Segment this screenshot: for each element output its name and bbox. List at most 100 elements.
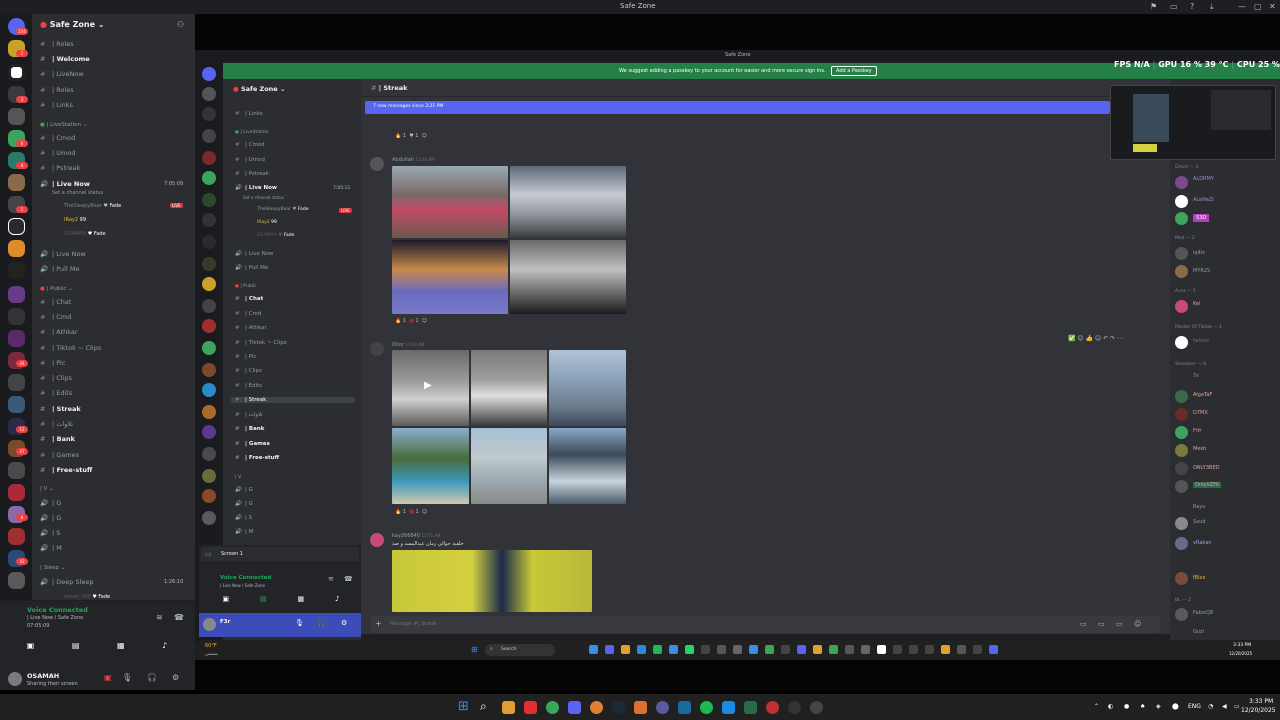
- category-livestation[interactable]: ● | LiveStation ⌄: [40, 122, 87, 128]
- server-icon[interactable]: [8, 528, 25, 545]
- image-attachment[interactable]: [510, 240, 626, 314]
- voice-channel-m[interactable]: 🔊 | M: [40, 544, 62, 552]
- search-box[interactable]: ⌕ Search: [485, 644, 555, 656]
- server-icon[interactable]: [8, 218, 25, 235]
- channel-livenow[interactable]: # | LiveNow: [40, 70, 84, 78]
- channel-streak-selected[interactable]: # | Streak: [231, 397, 355, 403]
- channel-umod[interactable]: # | Umod: [40, 149, 75, 157]
- app-icon[interactable]: [524, 701, 537, 714]
- voice-user[interactable]: IRay2 99: [64, 217, 86, 223]
- server-icon[interactable]: [202, 129, 216, 143]
- image-attachment[interactable]: [471, 350, 547, 426]
- channel-edits[interactable]: # | Edits: [40, 389, 72, 397]
- channel-tilawat[interactable]: # | تلاوات: [235, 412, 263, 418]
- server-icon[interactable]: [202, 87, 216, 101]
- app-icon[interactable]: [744, 701, 757, 714]
- voice-channel-s[interactable]: 🔊 | S: [40, 529, 60, 537]
- channel-edits[interactable]: # | Edits: [235, 383, 262, 389]
- server-icon[interactable]: [202, 213, 216, 227]
- avatar[interactable]: [1175, 408, 1188, 421]
- microphone-icon[interactable]: 🎙: [295, 619, 304, 627]
- app-icon[interactable]: [678, 701, 691, 714]
- settings-gear-icon[interactable]: ⚙: [172, 673, 179, 682]
- member-name[interactable]: Frfr: [1193, 428, 1201, 434]
- avatar[interactable]: [1175, 426, 1188, 439]
- app-icon[interactable]: [788, 701, 801, 714]
- image-attachment[interactable]: [510, 166, 626, 238]
- volume-icon[interactable]: ◀: [1222, 703, 1227, 710]
- mention-icon[interactable]: ▭: [1170, 2, 1178, 11]
- member-name[interactable]: Rays: [1193, 504, 1205, 510]
- voice-channel-s[interactable]: 🔊 | S: [235, 515, 252, 521]
- app-icon[interactable]: [669, 645, 678, 654]
- avatar[interactable]: [1175, 247, 1188, 260]
- member-name[interactable]: Kel: [1193, 301, 1201, 307]
- username[interactable]: F3r: [220, 619, 230, 625]
- avatar[interactable]: [1175, 462, 1188, 475]
- app-icon[interactable]: [637, 645, 646, 654]
- app-icon[interactable]: [957, 645, 966, 654]
- app-icon[interactable]: [877, 645, 886, 654]
- avatar[interactable]: [1175, 390, 1188, 403]
- channel-chat[interactable]: # | Chat: [40, 298, 71, 306]
- discord-home-icon[interactable]: [202, 67, 216, 81]
- windows-start-icon[interactable]: ⊞: [458, 699, 469, 714]
- battery-icon[interactable]: ▭: [1234, 703, 1240, 710]
- noise-suppression-icon[interactable]: ≋: [156, 613, 163, 622]
- folder-icon[interactable]: [621, 645, 630, 654]
- app-icon[interactable]: [722, 701, 735, 714]
- channel-pstreak[interactable]: # | Pstreak: [40, 164, 80, 172]
- app-icon[interactable]: [861, 645, 870, 654]
- server-icon[interactable]: [8, 396, 25, 413]
- avatar[interactable]: [1175, 212, 1188, 225]
- app-icon[interactable]: [810, 701, 823, 714]
- channel-games[interactable]: # | Games: [40, 451, 79, 459]
- server-icon[interactable]: [8, 64, 25, 81]
- avatar[interactable]: [1175, 572, 1188, 585]
- avatar[interactable]: [1175, 537, 1188, 550]
- channel-links[interactable]: # | Links: [235, 111, 263, 117]
- server-icon[interactable]: [8, 308, 25, 325]
- channel-pic[interactable]: # | Pic: [235, 354, 256, 360]
- channel-tiktok-clips[interactable]: # | Tiktok ~ Clips: [235, 340, 287, 346]
- channel-cmd[interactable]: # | Cmd: [40, 313, 71, 321]
- channel-athkar[interactable]: # | Athkar: [235, 325, 267, 331]
- tray-icon[interactable]: ◈: [1156, 703, 1161, 710]
- avatar[interactable]: [1175, 300, 1188, 313]
- channel-pstreak[interactable]: # | Pstreak: [235, 171, 269, 177]
- add-passkey-button[interactable]: Add a Passkey: [831, 66, 877, 76]
- member-name[interactable]: S3D: [1193, 214, 1210, 222]
- channel-pic[interactable]: # | Pic: [40, 359, 65, 367]
- server-icon[interactable]: [202, 341, 216, 355]
- help-icon[interactable]: ?: [1190, 2, 1194, 11]
- activities-icon[interactable]: ▦: [117, 641, 125, 655]
- server-icon[interactable]: [202, 447, 216, 461]
- member-name[interactable]: iq4lz: [1193, 250, 1205, 256]
- channel-bank[interactable]: # | Bank: [235, 426, 264, 432]
- app-icon[interactable]: [749, 645, 758, 654]
- member-name[interactable]: fwlxxx: [1193, 338, 1209, 344]
- minimize-icon[interactable]: —: [1238, 2, 1246, 11]
- add-attachment-icon[interactable]: +: [375, 619, 382, 628]
- whatsapp-icon[interactable]: [685, 645, 694, 654]
- channel-welcome[interactable]: # | Welcome: [40, 55, 90, 63]
- avatar[interactable]: [1175, 608, 1188, 621]
- channel-roles[interactable]: # | Roles: [40, 40, 74, 48]
- app-icon[interactable]: [717, 645, 726, 654]
- channel-free-stuff[interactable]: # | Free-stuff: [235, 455, 279, 461]
- tray-icon[interactable]: ⬤: [1172, 703, 1179, 710]
- channel-tiktok-clips[interactable]: # | Tiktok ~ Clips: [40, 344, 101, 352]
- category-livestation[interactable]: ● | LiveStation: [235, 130, 269, 135]
- channel-cmod[interactable]: # | Cmod: [40, 134, 75, 142]
- member-name[interactable]: ONLY3BED: [1193, 465, 1219, 471]
- server-name[interactable]: ● Safe Zone ⌄: [40, 20, 105, 29]
- server-icon[interactable]: [202, 319, 216, 333]
- image-attachment[interactable]: [392, 428, 469, 504]
- member-name[interactable]: Mesh: [1193, 446, 1206, 452]
- category-public[interactable]: ● | Public: [235, 284, 257, 289]
- channel-streak[interactable]: # | Streak: [40, 405, 81, 413]
- voice-channel-live-now[interactable]: 🔊 | Live Now: [40, 180, 90, 188]
- member-name[interactable]: D7MX: [1193, 410, 1208, 416]
- message-hover-toolbar[interactable]: ✅ 😊 👍 ☺ ↶ ↷ ⋯: [1068, 335, 1123, 342]
- voice-connected-title[interactable]: Voice Connected: [27, 606, 88, 614]
